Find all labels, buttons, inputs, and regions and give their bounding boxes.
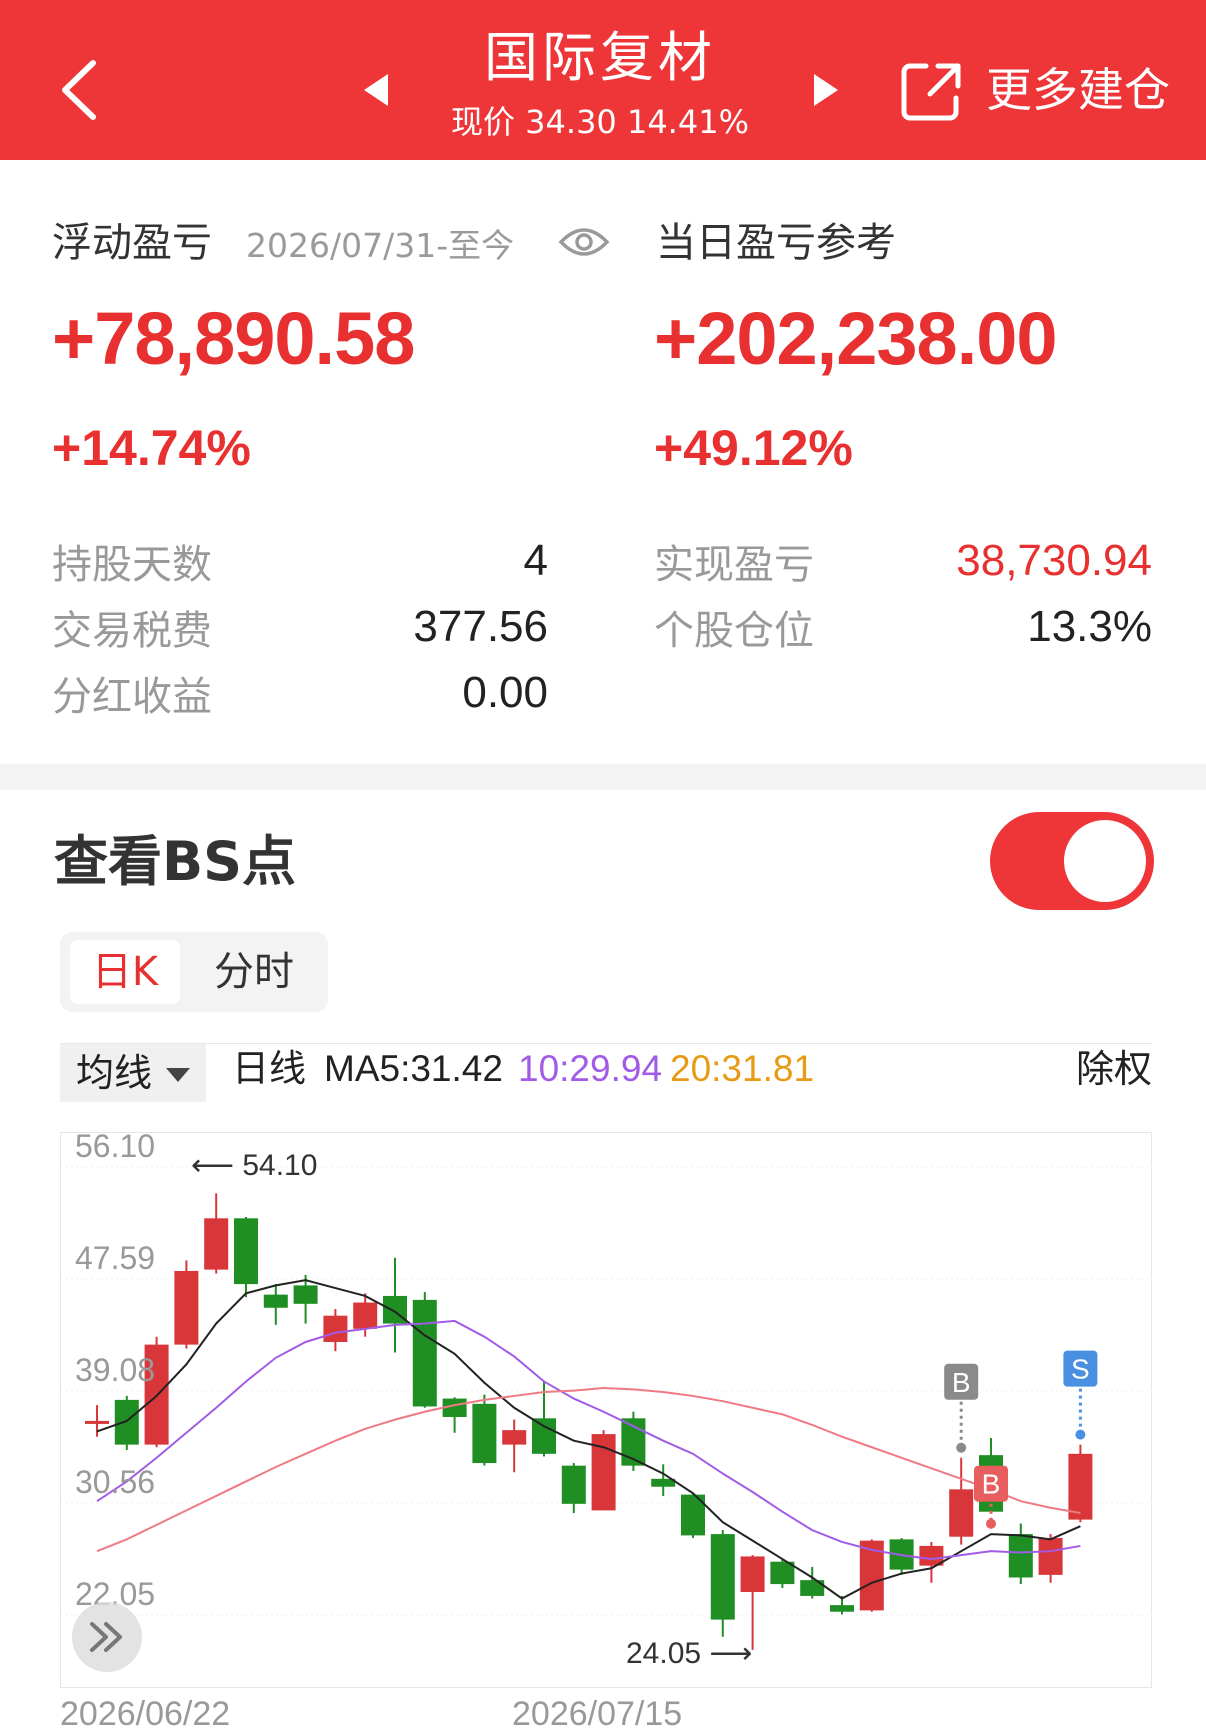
date-range: 2026/07/31-至今	[246, 226, 515, 265]
back-button[interactable]	[55, 55, 115, 125]
line-type-label: 日线	[232, 1047, 306, 1090]
bs-marker-label: S	[1071, 1354, 1090, 1385]
bs-marker-dot	[986, 1518, 996, 1529]
candle-body	[293, 1285, 318, 1304]
bs-marker-label: B	[982, 1469, 1001, 1500]
trade-fees-label: 交易税费	[52, 608, 212, 654]
kline-svg: 56.1047.5939.0830.5622.05⟵ 54.1024.05 ⟶B…	[61, 1133, 1153, 1670]
y-tick-label: 30.56	[75, 1464, 155, 1500]
candle-body	[323, 1315, 348, 1342]
y-tick-label: 56.10	[75, 1133, 155, 1164]
triangle-right-icon	[814, 74, 838, 106]
daily-pl-label: 当日盈亏参考	[656, 220, 896, 266]
candle-body	[174, 1270, 199, 1345]
top-bar: 国际复材 现价 34.30 14.41% 更多建仓	[0, 0, 1206, 160]
tab-intraday[interactable]: 分时	[190, 940, 318, 1004]
daily-pl-percent: +49.12%	[654, 420, 853, 476]
candle-body	[740, 1556, 765, 1592]
bs-marker-dot	[1075, 1429, 1086, 1440]
y-tick-label: 39.08	[75, 1352, 155, 1388]
stock-name: 国际复材	[484, 26, 716, 89]
bs-section-title: 查看BS点	[54, 830, 297, 893]
tab-daily-k[interactable]: 日K	[70, 940, 180, 1004]
candle-body	[1038, 1538, 1063, 1575]
prev-stock-button[interactable]	[356, 70, 396, 110]
ma-line-ma20	[96, 1387, 1081, 1553]
eye-icon[interactable]	[558, 222, 610, 266]
realized-pl-value: 38,730.94	[956, 536, 1152, 585]
bs-marker-label: B	[952, 1367, 971, 1398]
position-ratio-value: 13.3%	[1027, 602, 1152, 651]
x-label-start: 2026/06/22	[60, 1695, 231, 1732]
candle-body	[532, 1418, 556, 1454]
double-chevron-right-icon	[90, 1622, 122, 1652]
candle-body	[204, 1218, 229, 1270]
daily-pl-value: +202,238.00	[654, 297, 1058, 380]
y-tick-label: 47.59	[75, 1240, 155, 1276]
kline-chart[interactable]: 56.10 47.59 39.08 30.56 22.05 ⟵ 54.10 24.05 ⟶ B…	[60, 1132, 1153, 1688]
x-label-mid: 2026/07/15	[512, 1695, 683, 1732]
external-link-icon	[901, 63, 961, 121]
candle-body	[1068, 1453, 1093, 1520]
ma10-value: 10:29.94	[518, 1048, 663, 1089]
ma-dropdown-label: 均线	[76, 1051, 153, 1095]
trade-fees-value: 377.56	[413, 602, 548, 651]
ma-line-ma10	[96, 1319, 1081, 1561]
candle-body	[830, 1605, 854, 1612]
current-price: 现价 34.30 14.41%	[451, 103, 749, 141]
candle-body	[472, 1403, 497, 1464]
candle-body	[710, 1534, 735, 1620]
candle-body	[234, 1218, 258, 1285]
floating-pl-label: 浮动盈亏	[52, 220, 212, 266]
ma-dropdown[interactable]: 均线	[60, 1044, 206, 1102]
more-positions-button[interactable]: 更多建仓	[898, 52, 1170, 132]
high-price-marker: ⟵ 54.10	[191, 1149, 317, 1182]
triangle-left-icon	[364, 74, 388, 106]
toggle-knob	[1064, 820, 1146, 902]
floating-pl-value: +78,890.58	[52, 297, 415, 380]
candle-body	[502, 1430, 527, 1445]
dividend-value: 0.00	[462, 668, 548, 717]
candle-body	[561, 1465, 586, 1504]
candle-body	[353, 1302, 378, 1329]
bs-toggle[interactable]	[990, 812, 1154, 910]
realized-pl-label: 实现盈亏	[654, 542, 814, 588]
adjust-button[interactable]: 除权	[1076, 1044, 1152, 1094]
bs-marker-dot	[956, 1442, 967, 1453]
chart-tabs: 日K 分时	[60, 932, 328, 1012]
caret-down-icon	[166, 1068, 190, 1082]
position-ratio-label: 个股仓位	[654, 608, 814, 654]
expand-button[interactable]	[72, 1602, 142, 1672]
candle-body	[263, 1294, 288, 1308]
ma20-value: 20:31.81	[670, 1048, 815, 1089]
candle-body	[949, 1489, 974, 1537]
section-divider	[0, 764, 1206, 790]
candle-body	[412, 1299, 437, 1407]
holding-days-value: 4	[523, 536, 548, 585]
chevron-left-icon	[62, 60, 96, 120]
floating-pl-percent: +14.74%	[52, 420, 251, 476]
more-positions-label: 更多建仓	[986, 63, 1170, 117]
dividend-label: 分红收益	[52, 674, 212, 720]
low-price-marker: 24.05 ⟶	[626, 1637, 752, 1670]
holding-days-label: 持股天数	[52, 542, 212, 588]
ma5-value: MA5:31.42	[324, 1048, 503, 1089]
candle-body	[85, 1420, 109, 1424]
candle-body	[1008, 1534, 1033, 1578]
candle-body	[114, 1399, 139, 1445]
next-stock-button[interactable]	[806, 70, 846, 110]
